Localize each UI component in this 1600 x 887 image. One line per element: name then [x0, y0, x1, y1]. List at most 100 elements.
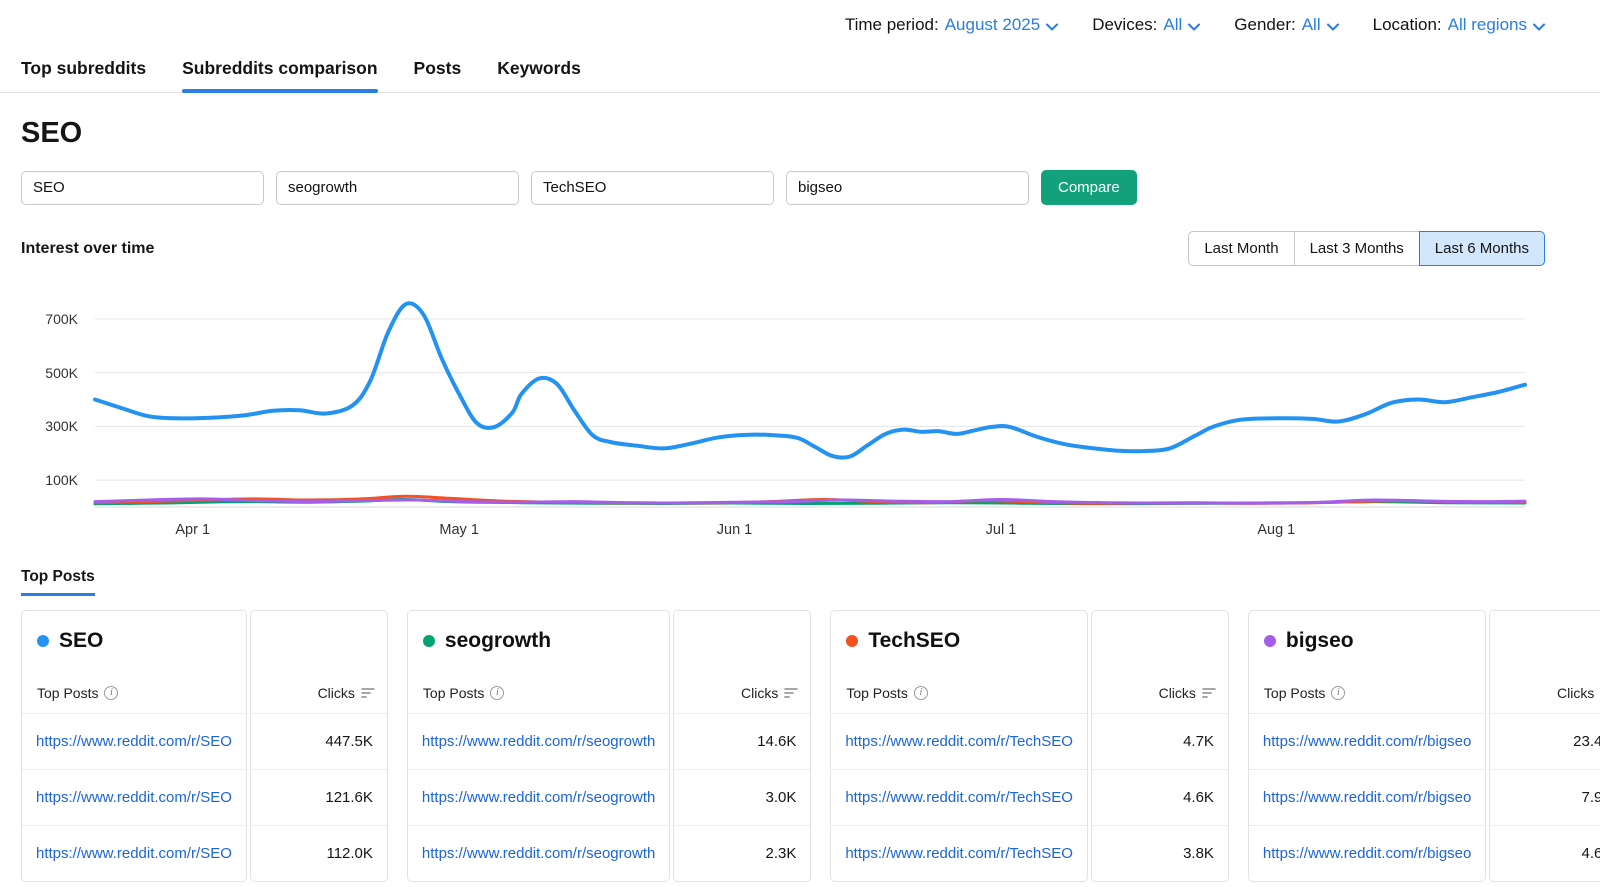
filters-bar: Time period: August 2025 Devices: All Ge…: [0, 0, 1600, 50]
tab-top-subreddits[interactable]: Top subreddits: [21, 50, 146, 92]
location-value: All regions: [1448, 15, 1527, 35]
post-row: https://www.reddit.com/r/TechSEO: [831, 713, 1087, 769]
chart-svg[interactable]: [95, 292, 1525, 507]
post-row: https://www.reddit.com/r/SEO: [22, 713, 246, 769]
tab-keywords[interactable]: Keywords: [497, 50, 581, 92]
clicks-column-header[interactable]: Clicks: [1557, 685, 1600, 701]
range-last-6-months[interactable]: Last 6 Months: [1419, 231, 1545, 266]
clicks-row: 3.8K: [1092, 825, 1228, 881]
series-color-dot: [1264, 635, 1276, 647]
main-tabs: Top subreddits Subreddits comparison Pos…: [0, 50, 1600, 93]
clicks-row: 2.3K: [674, 825, 810, 881]
subreddit-input-3[interactable]: [531, 171, 774, 205]
post-row: https://www.reddit.com/r/bigseo: [1249, 769, 1485, 825]
subreddit-title: TechSEO: [831, 611, 1087, 653]
clicks-value: 2.3K: [765, 845, 796, 862]
x-tick-label: May 1: [439, 522, 479, 538]
posts-panel: seogrowth Top Posts i https://www.reddit…: [407, 610, 670, 882]
x-tick-label: Apr 1: [175, 522, 210, 538]
clicks-row: 7.9K: [1490, 769, 1600, 825]
top-posts-column-header: Top Posts i: [37, 685, 118, 701]
clicks-value: 447.5K: [325, 733, 373, 750]
clicks-value: 7.9K: [1581, 789, 1600, 806]
top-posts-header: Top Posts: [21, 568, 1600, 596]
post-row: https://www.reddit.com/r/TechSEO: [831, 769, 1087, 825]
location-filter[interactable]: Location: All regions: [1373, 15, 1545, 35]
post-link[interactable]: https://www.reddit.com/r/TechSEO: [845, 733, 1073, 750]
time-period-filter[interactable]: Time period: August 2025: [845, 15, 1058, 35]
post-link[interactable]: https://www.reddit.com/r/seogrowth: [422, 845, 655, 862]
compare-button[interactable]: Compare: [1041, 170, 1137, 205]
post-link[interactable]: https://www.reddit.com/r/TechSEO: [845, 845, 1073, 862]
clicks-column-header[interactable]: Clicks: [741, 685, 798, 701]
post-row: https://www.reddit.com/r/SEO: [22, 769, 246, 825]
subreddit-card-seogrowth: seogrowth Top Posts i https://www.reddit…: [407, 610, 811, 882]
info-icon[interactable]: i: [914, 686, 928, 700]
clicks-panel: Clicks 4.7K 4.6K 3.8K: [1091, 610, 1229, 882]
y-tick-label: 100K: [45, 472, 78, 488]
info-icon[interactable]: i: [104, 686, 118, 700]
sort-icon[interactable]: [1202, 687, 1216, 699]
clicks-row: 4.6K: [1490, 825, 1600, 881]
post-link[interactable]: https://www.reddit.com/r/seogrowth: [422, 733, 655, 750]
posts-panel: SEO Top Posts i https://www.reddit.com/r…: [21, 610, 247, 882]
post-row: https://www.reddit.com/r/seogrowth: [408, 825, 669, 881]
y-axis-labels: 700K500K300K100K: [0, 292, 78, 507]
clicks-value: 121.6K: [325, 789, 373, 806]
post-link[interactable]: https://www.reddit.com/r/bigseo: [1263, 845, 1471, 862]
y-tick-label: 700K: [45, 311, 78, 327]
chevron-down-icon: [1046, 23, 1058, 31]
chart-header: Interest over time Last Month Last 3 Mon…: [21, 231, 1545, 266]
post-link[interactable]: https://www.reddit.com/r/TechSEO: [845, 789, 1073, 806]
post-link[interactable]: https://www.reddit.com/r/SEO: [36, 733, 232, 750]
subreddit-title: SEO: [22, 611, 246, 653]
subreddit-input-4[interactable]: [786, 171, 1029, 205]
devices-value: All: [1163, 15, 1182, 35]
clicks-value: 4.7K: [1183, 733, 1214, 750]
sort-icon[interactable]: [784, 687, 798, 699]
devices-label: Devices:: [1092, 15, 1157, 35]
clicks-value: 4.6K: [1183, 789, 1214, 806]
devices-filter[interactable]: Devices: All: [1092, 15, 1200, 35]
location-label: Location:: [1373, 15, 1442, 35]
x-tick-label: Jul 1: [986, 522, 1017, 538]
chevron-down-icon: [1533, 23, 1545, 31]
gender-label: Gender:: [1234, 15, 1295, 35]
clicks-value: 112.0K: [326, 845, 372, 862]
subreddit-name: seogrowth: [445, 629, 551, 653]
time-range-toggle: Last Month Last 3 Months Last 6 Months: [1188, 231, 1545, 266]
clicks-row: 3.0K: [674, 769, 810, 825]
post-link[interactable]: https://www.reddit.com/r/seogrowth: [422, 789, 655, 806]
info-icon[interactable]: i: [490, 686, 504, 700]
post-link[interactable]: https://www.reddit.com/r/SEO: [36, 789, 232, 806]
tab-subreddits-comparison[interactable]: Subreddits comparison: [182, 50, 377, 92]
top-posts-tab[interactable]: Top Posts: [21, 568, 95, 596]
clicks-row: 112.0K: [251, 825, 387, 881]
subreddit-input-2[interactable]: [276, 171, 519, 205]
sort-icon[interactable]: [361, 687, 375, 699]
post-link[interactable]: https://www.reddit.com/r/bigseo: [1263, 733, 1471, 750]
post-link[interactable]: https://www.reddit.com/r/bigseo: [1263, 789, 1471, 806]
range-last-month[interactable]: Last Month: [1188, 231, 1294, 266]
clicks-row: 121.6K: [251, 769, 387, 825]
tab-posts[interactable]: Posts: [414, 50, 462, 92]
subreddit-input-1[interactable]: [21, 171, 264, 205]
series-color-dot: [37, 635, 49, 647]
clicks-row: 14.6K: [674, 713, 810, 769]
top-posts-column-header: Top Posts i: [423, 685, 504, 701]
post-link[interactable]: https://www.reddit.com/r/SEO: [36, 845, 232, 862]
clicks-row: 4.7K: [1092, 713, 1228, 769]
clicks-panel: Clicks 23.4K 7.9K 4.6K: [1489, 610, 1600, 882]
post-row: https://www.reddit.com/r/TechSEO: [831, 825, 1087, 881]
subreddit-name: SEO: [59, 629, 103, 653]
range-last-3-months[interactable]: Last 3 Months: [1294, 231, 1420, 266]
post-row: https://www.reddit.com/r/seogrowth: [408, 769, 669, 825]
clicks-column-header[interactable]: Clicks: [1159, 685, 1216, 701]
clicks-column-header[interactable]: Clicks: [318, 685, 375, 701]
gender-filter[interactable]: Gender: All: [1234, 15, 1338, 35]
chevron-down-icon: [1188, 23, 1200, 31]
clicks-panel: Clicks 447.5K 121.6K 112.0K: [250, 610, 388, 882]
clicks-row: 4.6K: [1092, 769, 1228, 825]
info-icon[interactable]: i: [1331, 686, 1345, 700]
series-color-dot: [846, 635, 858, 647]
